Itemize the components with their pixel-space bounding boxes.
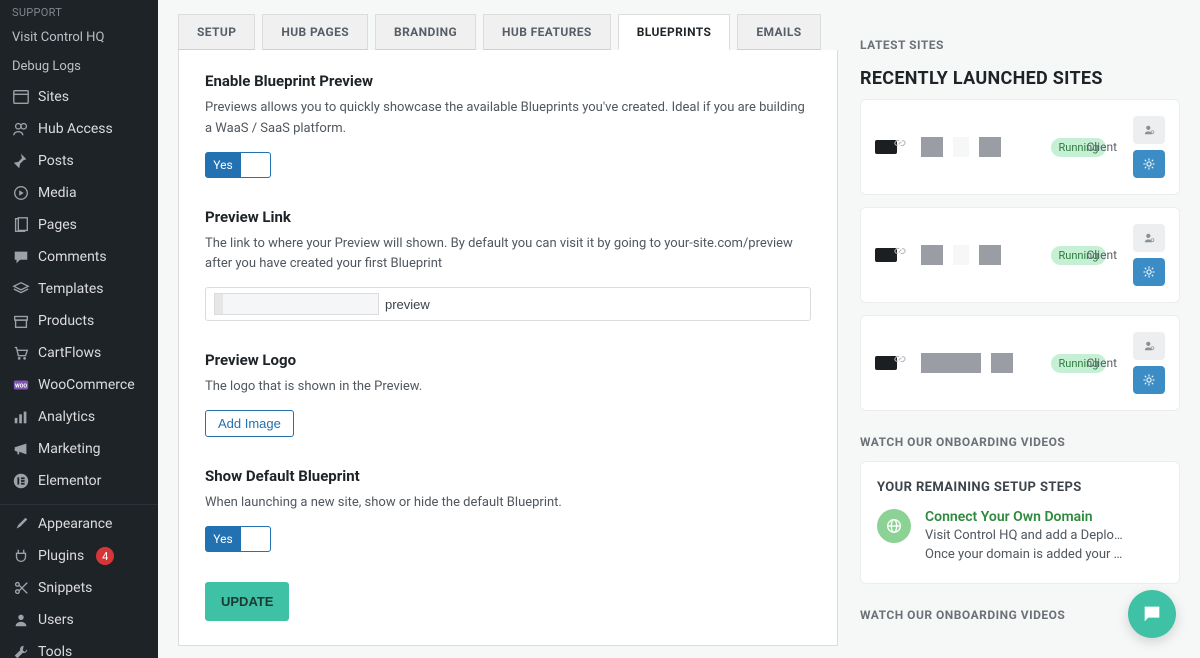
setup-steps-card: YOUR REMAINING SETUP STEPS Connect Your …: [860, 461, 1180, 584]
sidebar-item-pages[interactable]: Pages: [0, 209, 158, 241]
site-card[interactable]: Running Client: [860, 207, 1180, 303]
tab-blueprints[interactable]: BLUEPRINTS: [618, 14, 731, 50]
sidebar-visit-control-hq[interactable]: Visit Control HQ: [0, 23, 158, 52]
section-title: Enable Blueprint Preview: [205, 72, 811, 90]
wp-admin-sidebar: SUPPORT Visit Control HQ Debug Logs Site…: [0, 0, 158, 658]
sidebar-item-analytics[interactable]: Analytics: [0, 401, 158, 433]
sidebar-debug-logs[interactable]: Debug Logs: [0, 52, 158, 81]
tab-branding[interactable]: BRANDING: [375, 14, 476, 50]
megaphone-icon: [12, 440, 30, 458]
chat-bubble-button[interactable]: [1128, 590, 1176, 638]
setup-steps-heading: YOUR REMAINING SETUP STEPS: [877, 480, 1163, 495]
plugins-update-badge: 4: [96, 547, 114, 565]
preview-link-input[interactable]: [385, 297, 802, 312]
media-icon: [12, 184, 30, 202]
sidebar-separator: [0, 500, 158, 505]
step-line-2: Once your domain is added your …: [925, 546, 1123, 565]
watch-videos-heading: WATCH OUR ONBOARDING VIDEOS: [860, 435, 1180, 449]
setup-step-domain[interactable]: Connect Your Own Domain Visit Control HQ…: [877, 509, 1163, 565]
site-user-button[interactable]: [1133, 332, 1165, 360]
recently-launched-heading: RECENTLY LAUNCHED SITES: [860, 68, 1180, 89]
sidebar-item-woocommerce[interactable]: WOOWooCommerce: [0, 369, 158, 401]
tab-emails[interactable]: EMAILS: [737, 14, 820, 50]
svg-text:WOO: WOO: [15, 384, 27, 390]
tab-hub-pages[interactable]: HUB PAGES: [262, 14, 368, 50]
sidebar-item-snippets[interactable]: Snippets: [0, 572, 158, 604]
sidebar-item-marketing[interactable]: Marketing: [0, 433, 158, 465]
sidebar-item-hub-access[interactable]: Hub Access: [0, 113, 158, 145]
section-desc: The logo that is shown in the Preview.: [205, 377, 811, 398]
comment-icon: [12, 248, 30, 266]
enable-preview-toggle[interactable]: Yes: [205, 152, 271, 178]
chat-icon: [1141, 603, 1163, 625]
page-icon: [12, 216, 30, 234]
section-title: Preview Logo: [205, 351, 811, 369]
step-title: Connect Your Own Domain: [925, 509, 1123, 525]
client-label: Client: [1086, 140, 1117, 154]
section-enable-preview: Enable Blueprint Preview Previews allows…: [205, 72, 811, 178]
section-title: Show Default Blueprint: [205, 467, 811, 485]
site-user-button[interactable]: [1133, 116, 1165, 144]
section-desc: When launching a new site, show or hide …: [205, 493, 811, 514]
sidebar-item-tools[interactable]: Tools: [0, 636, 158, 658]
layers-icon: [12, 280, 30, 298]
archive-icon: [12, 312, 30, 330]
site-card[interactable]: Running Client: [860, 99, 1180, 195]
link-icon: [893, 136, 905, 148]
blueprints-settings-panel: Enable Blueprint Preview Previews allows…: [178, 50, 838, 646]
section-title: Preview Link: [205, 208, 811, 226]
sidebar-item-templates[interactable]: Templates: [0, 273, 158, 305]
site-settings-button[interactable]: [1133, 258, 1165, 286]
section-desc: The link to where your Preview will show…: [205, 234, 811, 276]
plug-icon: [12, 547, 30, 565]
wrench-icon: [12, 643, 30, 658]
preview-link-prefix: [214, 293, 379, 315]
support-section-label: SUPPORT: [0, 0, 158, 23]
grid-icon: [12, 88, 30, 106]
site-card[interactable]: Running Client: [860, 315, 1180, 411]
pin-icon: [12, 152, 30, 170]
default-blueprint-toggle[interactable]: Yes: [205, 526, 271, 552]
settings-tabs: SETUP HUB PAGES BRANDING HUB FEATURES BL…: [178, 14, 838, 50]
sidebar-item-comments[interactable]: Comments: [0, 241, 158, 273]
latest-sites-heading: LATEST SITES: [860, 38, 1180, 52]
site-settings-button[interactable]: [1133, 366, 1165, 394]
section-preview-logo: Preview Logo The logo that is shown in t…: [205, 351, 811, 437]
woo-icon: WOO: [12, 376, 30, 394]
step-line-1: Visit Control HQ and add a Deplo…: [925, 527, 1123, 546]
sidebar-item-appearance[interactable]: Appearance: [0, 508, 158, 540]
sidebar-item-cartflows[interactable]: CartFlows: [0, 337, 158, 369]
user-icon: [12, 611, 30, 629]
brush-icon: [12, 515, 30, 533]
tab-setup[interactable]: SETUP: [178, 14, 255, 50]
scissors-icon: [12, 579, 30, 597]
cart-icon: [12, 344, 30, 362]
section-desc: Previews allows you to quickly showcase …: [205, 98, 811, 140]
section-preview-link: Preview Link The link to where your Prev…: [205, 208, 811, 322]
client-label: Client: [1086, 356, 1117, 370]
analytics-icon: [12, 408, 30, 426]
globe-icon: [877, 509, 911, 543]
tab-hub-features[interactable]: HUB FEATURES: [483, 14, 611, 50]
sidebar-item-plugins[interactable]: Plugins4: [0, 540, 158, 572]
elementor-icon: [12, 472, 30, 490]
sidebar-item-users[interactable]: Users: [0, 604, 158, 636]
sidebar-item-sites[interactable]: Sites: [0, 81, 158, 113]
client-label: Client: [1086, 248, 1117, 262]
sidebar-item-elementor[interactable]: Elementor: [0, 465, 158, 497]
sidebar-item-media[interactable]: Media: [0, 177, 158, 209]
site-settings-button[interactable]: [1133, 150, 1165, 178]
link-icon: [893, 244, 905, 256]
section-default-blueprint: Show Default Blueprint When launching a …: [205, 467, 811, 552]
site-user-button[interactable]: [1133, 224, 1165, 252]
add-image-button[interactable]: Add Image: [205, 410, 294, 437]
preview-link-field[interactable]: [205, 287, 811, 321]
users-icon: [12, 120, 30, 138]
sidebar-item-posts[interactable]: Posts: [0, 145, 158, 177]
update-button[interactable]: UPDATE: [205, 582, 289, 621]
link-icon: [893, 352, 905, 364]
sidebar-item-products[interactable]: Products: [0, 305, 158, 337]
